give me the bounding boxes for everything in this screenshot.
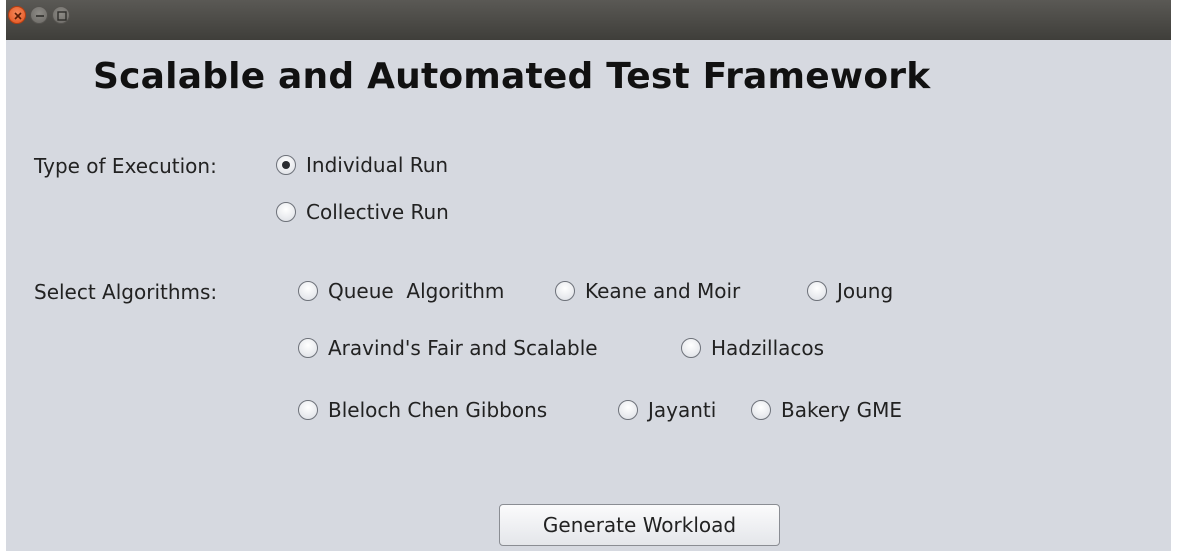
radio-label: Hadzillacos xyxy=(711,336,825,360)
radio-bakery-gme[interactable]: Bakery GME xyxy=(751,395,902,425)
generate-workload-button[interactable]: Generate Workload xyxy=(499,504,780,546)
radio-indicator xyxy=(555,281,575,301)
radio-indicator xyxy=(681,338,701,358)
radio-label: Jayanti xyxy=(648,398,717,422)
radio-joung[interactable]: Joung xyxy=(807,276,893,306)
radio-label: Individual Run xyxy=(306,153,449,177)
window-titlebar xyxy=(6,0,1171,40)
radio-indicator xyxy=(618,400,638,420)
radio-indicator xyxy=(276,155,296,175)
radio-indicator xyxy=(807,281,827,301)
radio-collective-run[interactable]: Collective Run xyxy=(276,197,449,227)
execution-type-label: Type of Execution: xyxy=(34,154,217,178)
radio-queue-algorithm[interactable]: Queue Algorithm xyxy=(298,276,504,306)
radio-individual-run[interactable]: Individual Run xyxy=(276,150,448,180)
radio-indicator xyxy=(751,400,771,420)
maximize-icon[interactable] xyxy=(52,6,70,24)
app-title: Scalable and Automated Test Framework xyxy=(93,56,931,97)
radio-jayanti[interactable]: Jayanti xyxy=(618,395,716,425)
radio-label: Bakery GME xyxy=(781,398,902,422)
radio-label: Queue Algorithm xyxy=(328,279,505,303)
radio-aravinds-fair-and-scalable[interactable]: Aravind's Fair and Scalable xyxy=(298,333,598,363)
radio-keane-and-moir[interactable]: Keane and Moir xyxy=(555,276,740,306)
radio-label: Joung xyxy=(837,279,894,303)
minimize-icon[interactable] xyxy=(30,6,48,24)
close-icon[interactable] xyxy=(8,6,26,24)
radio-label: Collective Run xyxy=(306,200,449,224)
radio-bleloch-chen-gibbons[interactable]: Bleloch Chen Gibbons xyxy=(298,395,547,425)
select-algorithms-label: Select Algorithms: xyxy=(34,280,218,304)
radio-indicator xyxy=(276,202,296,222)
radio-hadzillacos[interactable]: Hadzillacos xyxy=(681,333,824,363)
radio-indicator xyxy=(298,281,318,301)
radio-indicator xyxy=(298,400,318,420)
radio-label: Bleloch Chen Gibbons xyxy=(328,398,548,422)
radio-label: Aravind's Fair and Scalable xyxy=(328,336,598,360)
radio-indicator xyxy=(298,338,318,358)
radio-label: Keane and Moir xyxy=(585,279,741,303)
app-window: Scalable and Automated Test Framework Ty… xyxy=(6,0,1171,551)
